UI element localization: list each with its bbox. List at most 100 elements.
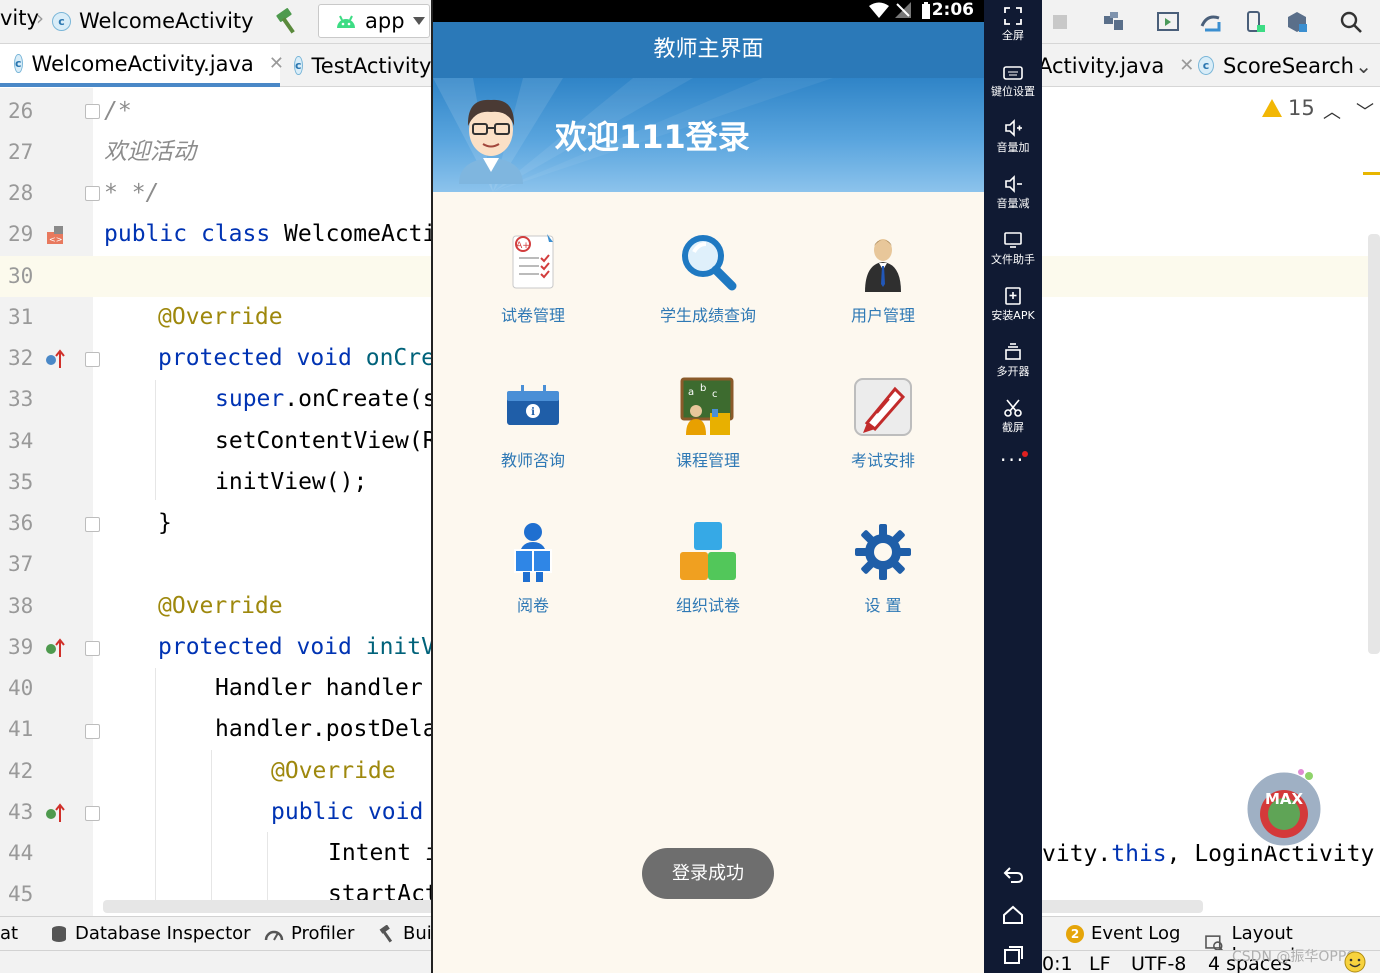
fullscreen-icon [1004,7,1022,25]
previous-highlight-icon[interactable]: ︿ [1323,98,1341,124]
file-helper-button[interactable]: 文件助手 [984,230,1042,267]
breadcrumb-prefix[interactable]: vity [0,6,39,30]
tab-label: Activity.java [1038,53,1165,78]
welcome-text: 欢迎111登录 [555,118,750,156]
svg-text:A+: A+ [516,241,530,251]
install-apk-button[interactable]: 安装APK [984,286,1042,323]
svg-text:MAX: MAX [1265,790,1304,808]
caret-position[interactable]: 0:1 [1042,953,1073,973]
smiley-icon[interactable] [1343,950,1367,973]
implements-icon[interactable] [44,802,66,824]
class-icon: c [52,12,71,31]
keymap-button[interactable]: 键位设置 [984,62,1042,99]
home-icon[interactable] [1001,903,1025,927]
code-text: @Override [158,304,283,330]
run-window-icon[interactable] [1156,10,1180,34]
menu-label: 组织试卷 [675,596,740,615]
tab-testactivity[interactable]: c TestActivity [280,44,431,87]
line-number: 31 [8,305,34,329]
tool-window-event-log[interactable]: 2 Event Log [1066,923,1180,944]
volume-down-button[interactable]: 音量减 [984,174,1042,211]
recent-apps-icon[interactable] [1001,943,1025,967]
tab-scoresearch[interactable]: c ScoreSearch [1184,44,1354,87]
database-icon [52,925,66,942]
menu-grading[interactable]: 阅卷 [458,520,608,616]
chevron-down-icon[interactable]: ⌄ [1355,54,1372,78]
screenshot-button[interactable]: 截屏 [984,398,1042,435]
reader-icon [514,523,552,582]
line-number: 45 [8,882,34,906]
class-icon: c [294,56,303,75]
emulator-screen[interactable]: 2:06 教师主界面 欢迎111登录 A+ 试卷管理 学生成绩查询 用户管理 i… [431,0,984,973]
fold-marker[interactable] [85,517,100,532]
menu-teacher-consult[interactable]: i 教师咨询 [458,375,608,471]
stop-icon[interactable] [1048,10,1072,34]
line-separator[interactable]: LF [1089,953,1111,973]
line-number: 29 [8,222,34,246]
avd-manager-icon[interactable] [1243,10,1267,34]
menu-exam-paper[interactable]: A+ 试卷管理 [458,230,608,326]
warning-stripe[interactable] [1363,172,1380,175]
volume-down-icon [1005,175,1022,193]
menu-course-management[interactable]: a b c 课程管理 [633,375,783,471]
tool-window-label: Profiler [291,923,355,944]
signal-icon [895,2,911,18]
fullscreen-button[interactable]: 全屏 [984,6,1042,43]
override-icon[interactable] [44,348,66,370]
search-icon[interactable] [1339,10,1363,34]
fold-marker[interactable] [85,806,100,821]
build-hammer-icon[interactable] [274,7,302,35]
code-text: initView(); [215,469,368,495]
next-highlight-icon[interactable]: ﹀ [1356,98,1374,124]
event-count-badge: 2 [1066,924,1084,943]
emu-button-label: 安装APK [991,309,1035,322]
sdk-manager-icon[interactable] [1285,10,1309,34]
max-assistant-icon[interactable]: MAX [1243,768,1325,850]
line-number: 37 [8,552,34,576]
menu-organize-paper[interactable]: 组织试卷 [633,520,783,616]
run-config-select[interactable]: app [318,4,430,38]
implements-icon[interactable] [44,637,66,659]
file-encoding[interactable]: UTF-8 [1131,953,1186,973]
menu-settings[interactable]: 设 置 [808,520,958,616]
code-text: Handler handler [215,675,437,701]
emu-button-label: 音量加 [996,141,1030,154]
code-text: protected void onCre [158,345,435,371]
fold-marker[interactable] [85,641,100,656]
line-number: 34 [8,429,34,453]
fold-marker[interactable] [85,352,100,367]
tab-activity-java[interactable]: Activity.java ✕ [1028,44,1194,87]
related-layout-icon[interactable]: <> [44,224,66,246]
monitor-icon [1004,232,1022,248]
sync-gradle-icon[interactable] [1199,10,1223,34]
code-text: Intent i [328,840,439,866]
tool-window-database-inspector[interactable]: Database Inspector [50,923,251,944]
more-icon[interactable]: ··· [1000,448,1025,472]
fold-marker[interactable] [85,186,100,201]
breadcrumb-file[interactable]: c WelcomeActivity [52,9,254,33]
menu-exam-schedule[interactable]: 考试安排 [808,375,958,471]
breadcrumb-file-label: WelcomeActivity [79,9,254,33]
volume-up-button[interactable]: 音量加 [984,118,1042,155]
tool-window-terminal-trunc[interactable]: at [0,923,18,944]
line-number: 43 [8,800,34,824]
line-number: 38 [8,594,34,618]
menu-label: 设 置 [864,596,902,615]
project-structure-icon[interactable] [1102,10,1126,34]
tool-window-build[interactable]: Bui [378,923,432,944]
tab-welcomeactivity[interactable]: c WelcomeActivity.java ✕ [0,44,284,87]
blackboard-icon: a b c [680,377,734,435]
vertical-scrollbar[interactable] [1368,234,1380,654]
tool-window-profiler[interactable]: Profiler [264,923,354,944]
menu-user-management[interactable]: 用户管理 [808,230,958,326]
back-icon[interactable] [1001,862,1025,886]
multi-instance-button[interactable]: 多开器 [984,342,1042,379]
menu-score-search[interactable]: 学生成绩查询 [633,230,783,326]
fold-marker[interactable] [85,104,100,119]
menu-label: 用户管理 [850,306,915,325]
line-number: 39 [8,635,34,659]
code-text: /* [104,98,132,124]
fold-marker[interactable] [85,724,100,739]
inspection-warnings[interactable]: 15 [1262,96,1315,120]
magnifier-icon [682,235,737,291]
